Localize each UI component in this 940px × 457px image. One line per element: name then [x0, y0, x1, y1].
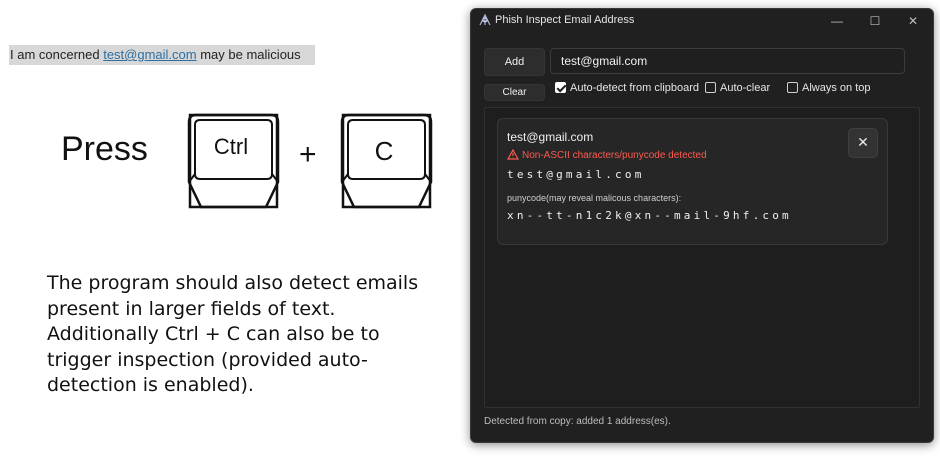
- explanation-text: The program should also detect emails pr…: [47, 272, 419, 396]
- app-window: Phish Inspect Email Address — ☐ ✕ Add Cl…: [470, 8, 934, 443]
- plus-sign: +: [299, 138, 317, 171]
- c-key-label: C: [374, 136, 394, 166]
- autoclear-checkbox[interactable]: Auto-clear: [705, 82, 770, 94]
- press-word: Press: [61, 130, 148, 168]
- title-bar[interactable]: Phish Inspect Email Address — ☐ ✕: [471, 9, 933, 33]
- window-title: Phish Inspect Email Address: [495, 14, 635, 26]
- sentence-suffix: may be malicious: [196, 47, 301, 62]
- result-warning: Non-ASCII characters/punycode detected: [507, 149, 707, 161]
- app-icon: [479, 13, 491, 26]
- minimize-icon[interactable]: —: [821, 11, 853, 31]
- clear-button[interactable]: Clear: [484, 84, 545, 101]
- checkbox-checked-icon[interactable]: [555, 82, 566, 93]
- status-text: Detected from copy: added 1 address(es).: [484, 416, 671, 427]
- punycode-value: xn--tt-n1c2k@xn--mail-9hf.com: [507, 209, 792, 222]
- result-card: test@gmail.com Non-ASCII characters/puny…: [497, 118, 888, 245]
- ctrl-key-illustration: Ctrl: [186, 112, 282, 209]
- autoclear-label: Auto-clear: [720, 82, 771, 94]
- checkbox-unchecked-icon[interactable]: [787, 82, 798, 93]
- result-email: test@gmail.com: [507, 130, 594, 144]
- remove-result-close-icon[interactable]: ✕: [848, 128, 878, 158]
- checkbox-unchecked-icon[interactable]: [705, 82, 716, 93]
- results-panel: test@gmail.com Non-ASCII characters/puny…: [484, 107, 920, 408]
- c-key-illustration: C: [339, 112, 435, 209]
- always-on-top-checkbox[interactable]: Always on top: [787, 82, 870, 94]
- warning-icon: [507, 149, 519, 160]
- result-spaced-email: test@gmail.com: [507, 168, 645, 181]
- maximize-icon[interactable]: ☐: [859, 11, 891, 31]
- ctrl-key-label: Ctrl: [213, 134, 249, 159]
- warning-text: Non-ASCII characters/punycode detected: [522, 150, 707, 161]
- add-button[interactable]: Add: [484, 48, 545, 76]
- email-input[interactable]: [550, 48, 905, 74]
- always-on-top-label: Always on top: [802, 82, 871, 94]
- sentence-prefix: I am concerned: [10, 47, 104, 62]
- highlighted-sentence: I am concerned test@gmail.com may be mal…: [9, 45, 315, 65]
- close-icon[interactable]: ✕: [897, 11, 929, 31]
- punycode-label: punycode(may reveal malicous characters)…: [507, 193, 682, 203]
- autodetect-checkbox[interactable]: Auto-detect from clipboard: [555, 82, 699, 94]
- sentence-email-link[interactable]: test@gmail.com: [103, 47, 196, 62]
- autodetect-label: Auto-detect from clipboard: [570, 82, 700, 94]
- keycap-icon: [187, 113, 280, 209]
